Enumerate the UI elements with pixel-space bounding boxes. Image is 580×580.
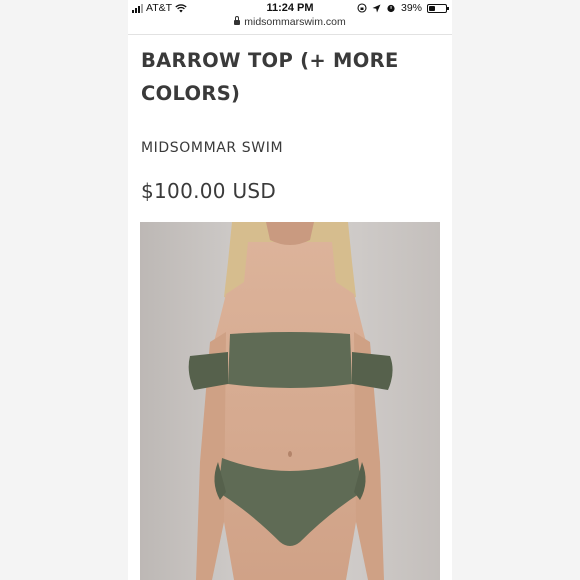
model-photo bbox=[140, 222, 440, 580]
product-details: BARROW TOP (+ MORE COLORS) MIDSOMMAR SWI… bbox=[141, 44, 441, 203]
product-image[interactable] bbox=[140, 222, 440, 580]
lock-icon bbox=[234, 16, 241, 25]
product-price: $100.00 USD bbox=[141, 179, 277, 203]
url-text: midsommarswim.com bbox=[244, 16, 346, 28]
rotation-lock-icon bbox=[357, 3, 367, 13]
alarm-icon bbox=[387, 4, 395, 13]
battery-icon bbox=[427, 3, 449, 13]
location-icon bbox=[372, 4, 381, 12]
phone-screen: AT&T 11:24 PM 39% midsommarswim.com BARR… bbox=[128, 0, 452, 580]
status-right: 39% bbox=[357, 2, 449, 14]
product-title-line2: COLORS) bbox=[141, 82, 241, 105]
battery-fill bbox=[429, 5, 435, 11]
product-title: BARROW TOP (+ MORE COLORS) bbox=[141, 44, 441, 110]
battery-percent: 39% bbox=[400, 2, 422, 14]
product-brand[interactable]: MIDSOMMAR SWIM bbox=[141, 140, 283, 156]
address-bar[interactable]: midsommarswim.com bbox=[128, 16, 452, 35]
product-title-line1: BARROW TOP (+ MORE bbox=[141, 49, 399, 72]
